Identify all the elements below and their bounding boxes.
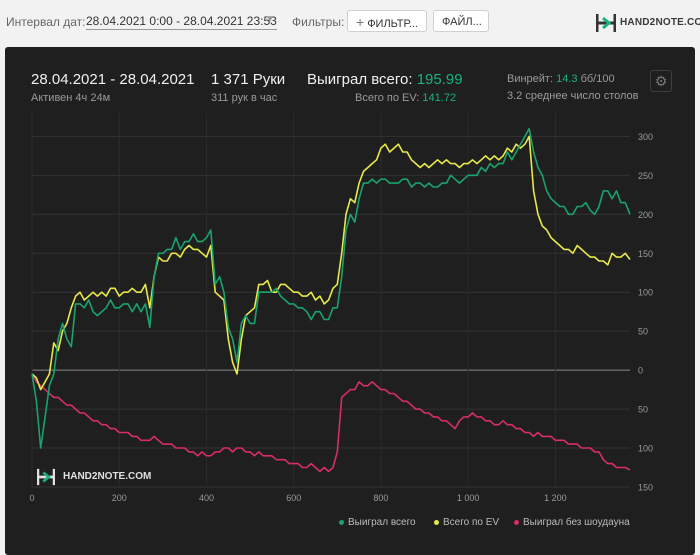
- plus-icon: +: [356, 14, 365, 30]
- x-tick-label: 1 000: [457, 493, 480, 503]
- series-line-nonsd: [31, 373, 631, 473]
- x-tick-label: 600: [286, 493, 301, 503]
- toolbar: Интервал дат: 28.04.2021 0:00 - 28.04.20…: [0, 0, 700, 46]
- series-line-won: [31, 127, 631, 449]
- filter-button-label: ФИЛЬТР...: [367, 18, 418, 30]
- legend-item-won[interactable]: Выиграл всего: [339, 517, 416, 528]
- y-tick-label: 0: [638, 366, 643, 376]
- legend-dot-ev: [434, 519, 439, 525]
- legend-item-ev[interactable]: Всего по EV: [434, 517, 499, 528]
- date-range-label: Интервал дат:: [6, 15, 86, 29]
- y-tick-label: 150: [638, 483, 653, 493]
- series-line-ev: [31, 135, 631, 391]
- logo-text: HAND2NOTE.COM: [620, 17, 700, 28]
- watermark-text: HAND2NOTE.COM: [63, 471, 152, 482]
- legend-dot-nonsd: [514, 519, 519, 525]
- legend-dot-won: [339, 519, 344, 525]
- y-tick-label: 100: [638, 444, 653, 454]
- legend-label-nonsd: Выиграл без шоудауна: [523, 517, 630, 528]
- y-tick-label: 100: [638, 288, 653, 298]
- chart-lines: [31, 127, 631, 473]
- y-tick-label: 200: [638, 210, 653, 220]
- chart-grid: [31, 113, 630, 488]
- x-tick-label: 0: [29, 493, 34, 503]
- chart-ticks: 300 250 200 150 100 50 0 50 100 150 0 200 400 600 800 1…: [29, 132, 653, 503]
- y-tick-label: 300: [638, 132, 653, 142]
- graph-panel: 28.04.2021 - 28.04.2021 Активен 4ч 24м 1…: [5, 47, 695, 555]
- x-tick-label: 800: [373, 493, 388, 503]
- filter-button[interactable]: + ФИЛЬТР...: [347, 10, 427, 32]
- legend-item-nonsd[interactable]: Выиграл без шоудауна: [514, 517, 630, 528]
- x-tick-label: 400: [199, 493, 214, 503]
- y-tick-label: 50: [638, 327, 648, 337]
- legend-label-won: Выиграл всего: [348, 517, 416, 528]
- y-tick-label: 50: [638, 405, 648, 415]
- legend-label-ev: Всего по EV: [443, 517, 500, 528]
- file-button-label: ФАЙЛ...: [442, 16, 482, 28]
- y-tick-label: 150: [638, 249, 653, 259]
- x-tick-label: 1 200: [544, 493, 567, 503]
- chevron-down-icon[interactable]: ▼: [265, 14, 275, 25]
- filters-label: Фильтры:: [292, 15, 345, 29]
- hand2note-watermark-icon: [37, 468, 55, 486]
- x-tick-label: 200: [112, 493, 127, 503]
- y-tick-label: 250: [638, 171, 653, 181]
- hand2note-logo-icon: [596, 14, 616, 32]
- date-range-selector[interactable]: 28.04.2021 0:00 - 28.04.2021 23:53: [86, 14, 277, 30]
- file-button[interactable]: ФАЙЛ...: [433, 10, 489, 32]
